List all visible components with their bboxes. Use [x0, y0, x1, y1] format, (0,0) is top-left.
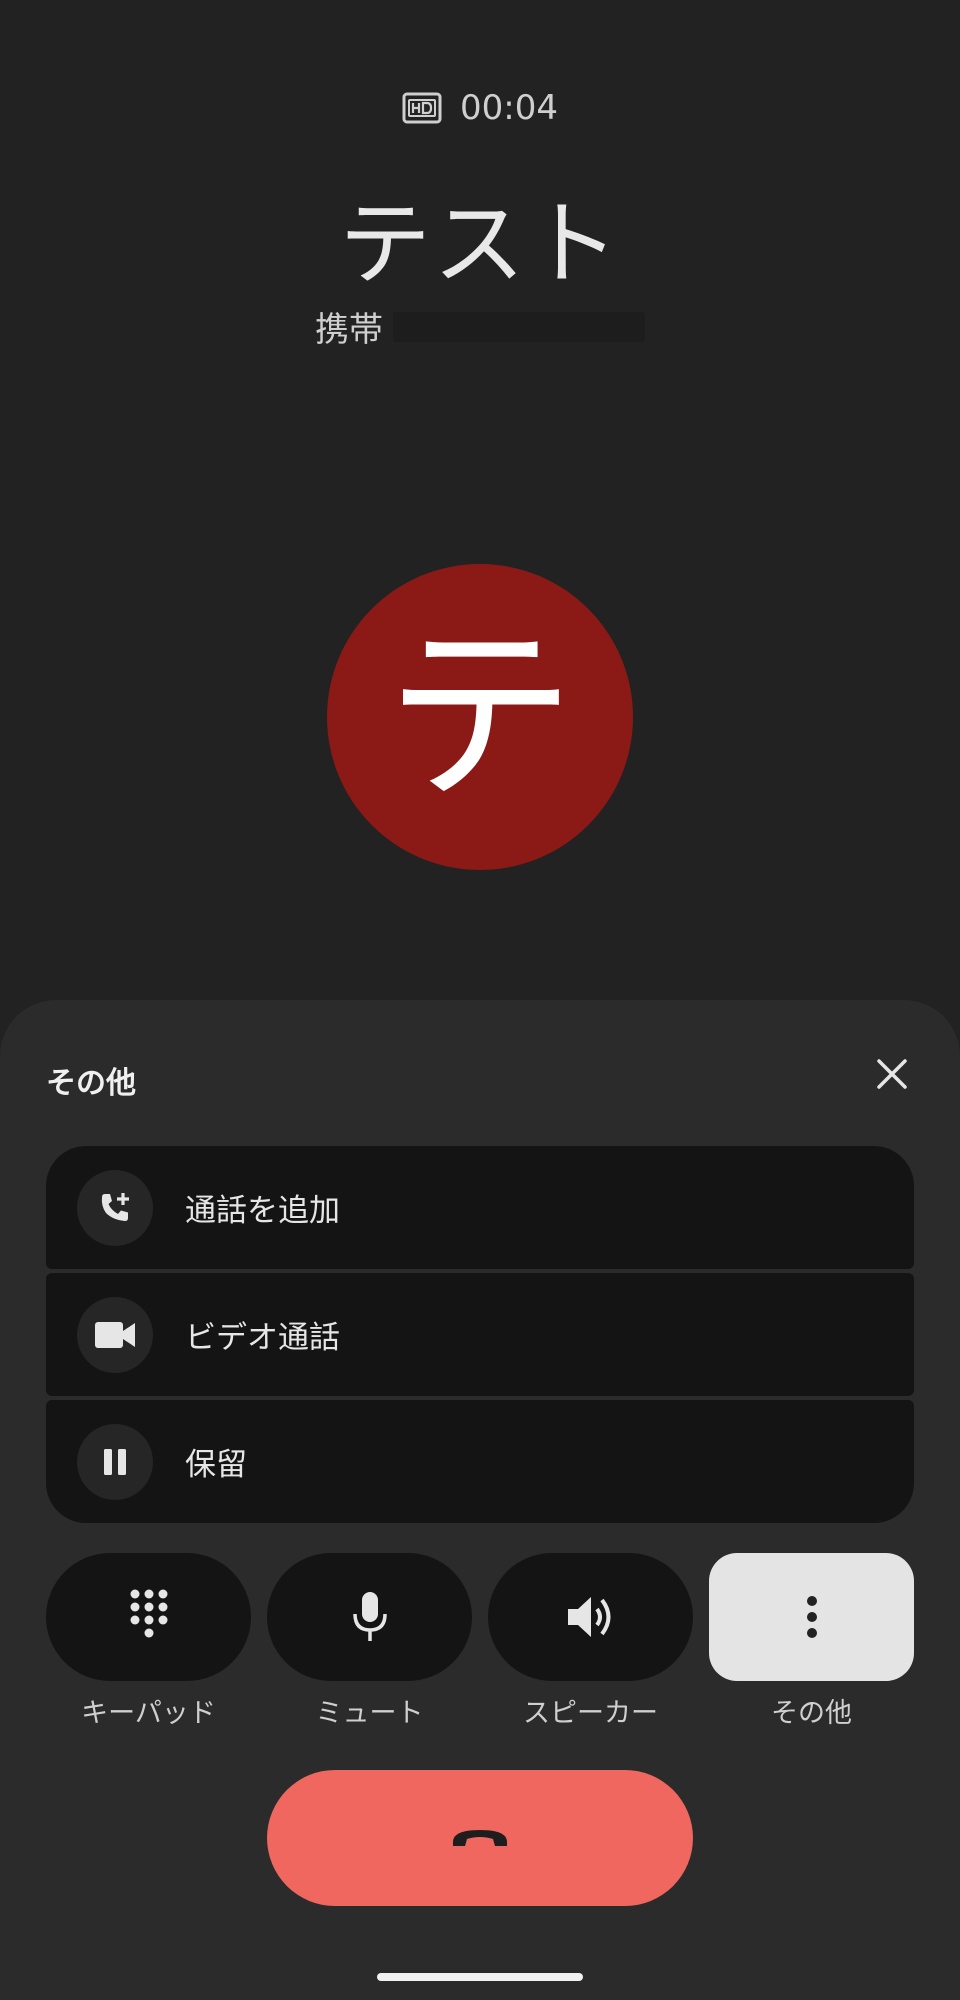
- more-vert-icon: [806, 1596, 817, 1638]
- redacted-phone-number: [393, 311, 645, 342]
- sheet-title: その他: [46, 1066, 136, 1101]
- menu-item-label: ビデオ通話: [185, 1320, 340, 1356]
- pause-icon: [77, 1423, 153, 1500]
- speaker-icon: [567, 1597, 610, 1637]
- call-controls: キーパッド ミュート スピーカー その他: [46, 1553, 914, 1730]
- call-end-icon: [453, 1830, 507, 1846]
- control-speaker: スピーカー: [488, 1553, 693, 1730]
- hd-icon: [402, 92, 442, 124]
- dialpad-icon: [130, 1589, 167, 1638]
- add-call-icon: [77, 1169, 153, 1246]
- mute-button[interactable]: [267, 1553, 472, 1681]
- control-more: その他: [709, 1553, 914, 1730]
- more-button[interactable]: [709, 1553, 914, 1681]
- end-call-button[interactable]: [267, 1770, 693, 1906]
- control-mute: ミュート: [267, 1553, 472, 1730]
- speaker-button[interactable]: [488, 1553, 693, 1681]
- more-options-sheet: その他 通話を追加 ビデオ通話 保留 キーパッド ミュート スピーカー その他: [0, 1000, 960, 2000]
- menu-item-add-call[interactable]: 通話を追加: [46, 1146, 914, 1269]
- control-label: キーパッド: [81, 1698, 216, 1729]
- keypad-button[interactable]: [46, 1553, 251, 1681]
- menu-item-video-call[interactable]: ビデオ通話: [46, 1273, 914, 1396]
- call-screen: 00:04 テスト 携帯 テ その他 通話を追加 ビデオ通話 保留 キーパッド …: [0, 0, 960, 2000]
- contact-name: テスト: [338, 191, 621, 298]
- more-options-list: 通話を追加 ビデオ通話 保留: [46, 1146, 914, 1523]
- menu-item-label: 通話を追加: [185, 1193, 340, 1229]
- control-label: その他: [771, 1698, 852, 1729]
- call-status-row: 00:04: [0, 88, 960, 128]
- close-icon: [877, 1059, 907, 1089]
- gesture-nav-handle[interactable]: [377, 1973, 583, 1981]
- menu-item-hold[interactable]: 保留: [46, 1400, 914, 1523]
- videocam-icon: [77, 1296, 153, 1373]
- contact-avatar: テ: [327, 564, 633, 870]
- call-timer: 00:04: [460, 88, 558, 128]
- close-button[interactable]: [864, 1046, 920, 1102]
- number-type-label: 携帯: [315, 310, 383, 350]
- control-label: ミュート: [315, 1698, 424, 1729]
- mic-icon: [352, 1592, 387, 1641]
- phone-number-row: 携帯: [0, 302, 960, 351]
- control-keypad: キーパッド: [46, 1553, 251, 1730]
- menu-item-label: 保留: [185, 1447, 247, 1483]
- control-label: スピーカー: [523, 1698, 658, 1729]
